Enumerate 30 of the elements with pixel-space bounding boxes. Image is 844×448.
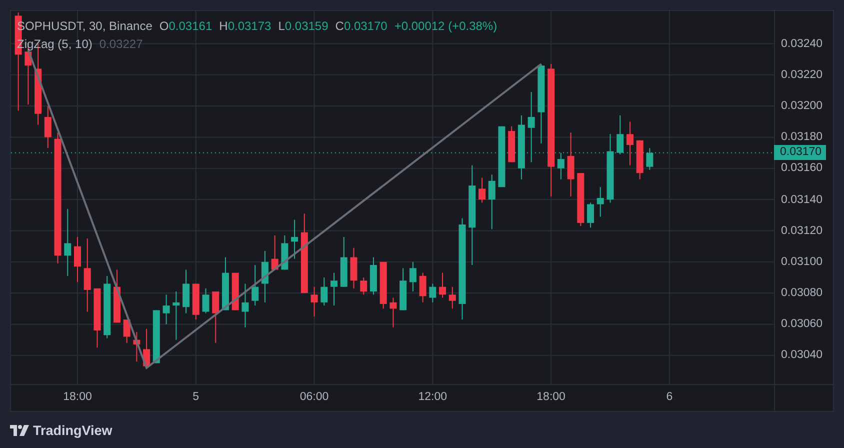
ohlc-label: C: [335, 19, 344, 33]
price-label: 0.03180: [781, 130, 823, 144]
ohlc-value: 0.03161: [168, 19, 212, 33]
price-label: 0.03240: [781, 36, 823, 51]
price-label: 0.03040: [781, 348, 823, 362]
time-label: 6: [666, 391, 673, 403]
indicator-value: 0.03227: [99, 37, 143, 51]
ohlc-value: 0.03173: [228, 19, 272, 33]
time-label: 06:00: [300, 391, 329, 403]
brand-name: TradingView: [33, 422, 112, 438]
price-label: 0.03100: [781, 254, 823, 269]
logo-icon: [10, 424, 29, 436]
ohlc-value: 0.03159: [284, 19, 328, 33]
price-label: 0.03060: [781, 317, 823, 332]
time-label: 12:00: [418, 391, 448, 403]
price-label: 0.03200: [781, 99, 823, 114]
price-label: 0.03160: [781, 161, 823, 176]
change-value: +0.00012 (+0.38%): [394, 19, 498, 33]
ohlc-label: L: [278, 19, 285, 33]
time-label: 5: [192, 391, 200, 403]
time-label: 18:00: [536, 391, 566, 403]
price-label: 0.03080: [781, 286, 823, 300]
price-label: 0.03140: [781, 192, 823, 207]
ohlc-value: 0.03170: [344, 19, 388, 33]
price-label: 0.03220: [781, 68, 823, 82]
price-label: 0.03120: [781, 224, 823, 238]
ohlc-label: H: [219, 19, 228, 33]
current-price-badge: 0.03170: [774, 145, 826, 160]
time-label: 18:00: [63, 391, 92, 403]
ohlc-label: O: [159, 19, 169, 33]
